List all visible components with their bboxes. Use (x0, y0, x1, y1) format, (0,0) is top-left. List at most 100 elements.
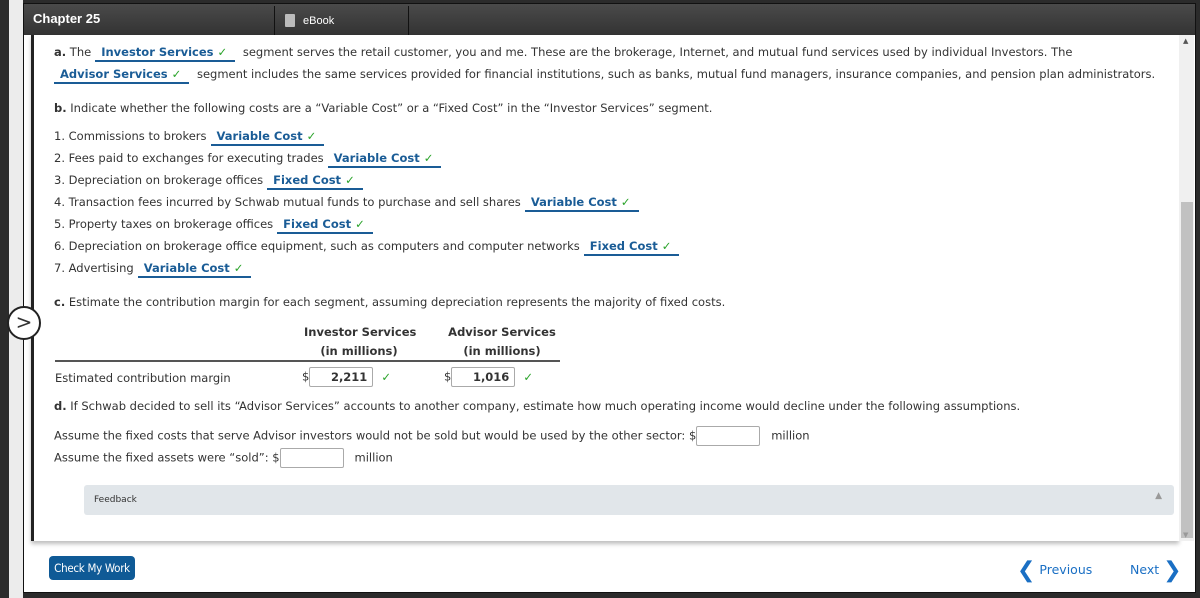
cost-item: 5. Property taxes on brokerage offices Fi… (54, 217, 377, 234)
cost-text: 3. Depreciation on brokerage offices (54, 173, 264, 187)
answer-text: Variable Cost (216, 129, 303, 143)
ebook-label: eBook (303, 15, 335, 27)
scroll-up-icon[interactable]: ▲ (1183, 37, 1188, 45)
cost-item: 2. Fees paid to exchanges for executing … (54, 151, 445, 168)
answer-text: Fixed Cost (589, 239, 658, 253)
currency: $ (302, 369, 310, 384)
cost-item: 1. Commissions to brokers Variable Cost ✓ (54, 129, 328, 146)
header: Chapter 25 eBook (24, 4, 1195, 35)
answer-advisor-services[interactable]: Advisor Services ✓ (54, 67, 190, 84)
cost-answer-select[interactable]: Variable Cost ✓ (210, 129, 325, 146)
cost-answer-select[interactable]: Variable Cost ✓ (327, 151, 442, 168)
text: Estimate the contribution margin for eac… (68, 295, 726, 309)
col-advisor-header: Advisor Services (in millions) (446, 323, 558, 361)
next-label: Next (1130, 562, 1160, 577)
cost-answer-select[interactable]: Fixed Cost ✓ (267, 173, 363, 190)
answer-text: Fixed Cost (283, 217, 352, 231)
part-c-prompt: c. Estimate the contribution margin for … (54, 295, 725, 309)
cost-item: 7. Advertising Variable Cost ✓ (54, 261, 255, 278)
answer-text: Variable Cost (530, 195, 617, 209)
answer-text: Variable Cost (333, 151, 420, 165)
col-unit: (in millions) (463, 344, 541, 358)
cost-text: 4. Transaction fees incurred by Schwab m… (54, 195, 521, 209)
previous-label: Previous (1039, 562, 1093, 577)
cost-answer-select[interactable]: Variable Cost ✓ (524, 195, 639, 212)
text: Indicate whether the following costs are… (70, 101, 713, 115)
investor-cm: $2,211 ✓ (302, 367, 391, 387)
answer-text: Fixed Cost (273, 173, 342, 187)
cost-text: 7. Advertising (54, 261, 134, 275)
cost-answer-select[interactable]: Fixed Cost ✓ (277, 217, 373, 234)
cost-item: 3. Depreciation on brokerage offices Fixe… (54, 173, 367, 190)
part-a-label: a. (54, 45, 67, 59)
cost-text: 6. Depreciation on brokerage office equi… (54, 239, 580, 253)
check-icon: ✓ (345, 173, 355, 187)
cost-text: 1. Commissions to brokers (54, 129, 207, 143)
part-d-prompt: d. If Schwab decided to sell its “Adviso… (54, 399, 1020, 413)
cost-answer-select[interactable]: Fixed Cost ✓ (583, 239, 680, 256)
check-icon: ✓ (661, 239, 672, 253)
investor-cm-input[interactable]: 2,211 (309, 367, 374, 387)
book-icon (285, 14, 295, 27)
unit: million (771, 428, 810, 443)
col-unit: (in millions) (320, 344, 398, 358)
row-label: Estimated contribution margin (55, 371, 231, 385)
answer-text: Variable Cost (143, 261, 230, 275)
cost-answer-select[interactable]: Variable Cost ✓ (137, 261, 252, 278)
check-icon: ✓ (217, 45, 228, 59)
part-a-line2: Advisor Services ✓ segment includes the s… (54, 67, 1155, 84)
answer-investor-services[interactable]: Investor Services ✓ (95, 45, 236, 62)
part-c-label: c. (54, 295, 66, 309)
part-a-line1: a. The Investor Services ✓ segment serves … (54, 45, 1072, 62)
advisor-cm-input[interactable]: 1,016 (451, 367, 516, 387)
col-title: Advisor Services (448, 325, 556, 339)
part-d-label: d. (54, 399, 67, 413)
part-b-prompt: b. Indicate whether the following costs … (54, 101, 712, 115)
chevron-right-icon: > (15, 310, 33, 334)
cost-text: 2. Fees paid to exchanges for executing … (54, 151, 324, 165)
decline-sold-input[interactable] (279, 448, 344, 468)
chevron-left-icon: ❮ (1017, 558, 1036, 583)
question-content: a. The Investor Services ✓ segment serves … (31, 35, 1179, 541)
cost-text: 5. Property taxes on brokerage offices (54, 217, 274, 231)
left-strip (9, 0, 23, 598)
scroll-down-icon[interactable]: ▼ (1183, 531, 1188, 539)
text: The (69, 45, 92, 59)
text: If Schwab decided to sell its “Advisor S… (70, 399, 1021, 413)
check-icon: ✓ (381, 369, 391, 384)
check-icon: ✓ (355, 217, 365, 231)
advisor-cm: $1,016 ✓ (444, 367, 533, 387)
ebook-tab[interactable]: eBook (274, 6, 409, 35)
check-icon: ✓ (423, 151, 434, 165)
part-d-q1: Assume the fixed costs that serve Adviso… (54, 426, 810, 446)
assignment-window: Chapter 25 eBook a. The Investor Services… (23, 3, 1196, 593)
check-icon: ✓ (306, 129, 317, 143)
text: segment includes the same services provi… (196, 67, 1156, 81)
collapse-arrow-icon[interactable]: ▲ (1155, 491, 1162, 501)
check-icon: ✓ (523, 369, 533, 384)
expand-panel-button[interactable]: > (7, 306, 41, 340)
scrollbar-thumb[interactable] (1181, 202, 1193, 538)
text: Assume the fixed assets were “sold”: $ (54, 450, 280, 465)
previous-button[interactable]: ❮ Previous (1017, 558, 1092, 583)
cost-item: 6. Depreciation on brokerage office equi… (54, 239, 683, 256)
currency: $ (444, 369, 452, 384)
text: Assume the fixed costs that serve Adviso… (54, 428, 697, 443)
next-button[interactable]: Next ❯ (1130, 558, 1182, 583)
decline-not-sold-input[interactable] (696, 426, 761, 446)
cost-item: 4. Transaction fees incurred by Schwab m… (54, 195, 643, 212)
check-my-work-button[interactable]: Check My Work (49, 556, 135, 580)
part-b-label: b. (54, 101, 67, 115)
answer-text: Advisor Services (60, 67, 168, 81)
unit: million (354, 450, 393, 465)
check-icon: ✓ (171, 67, 182, 81)
feedback-panel[interactable]: Feedback ▲ (84, 485, 1174, 515)
scrollbar[interactable]: ▲ ▼ (1179, 35, 1194, 541)
col-title: Investor Services (304, 325, 417, 339)
chapter-title: Chapter 25 (33, 11, 101, 26)
check-icon: ✓ (620, 195, 631, 209)
feedback-label: Feedback (94, 495, 137, 505)
text: segment serves the retail customer, you … (242, 45, 1073, 59)
part-d-q2: Assume the fixed assets were “sold”: $ m… (54, 448, 393, 468)
answer-text: Investor Services (101, 45, 214, 59)
